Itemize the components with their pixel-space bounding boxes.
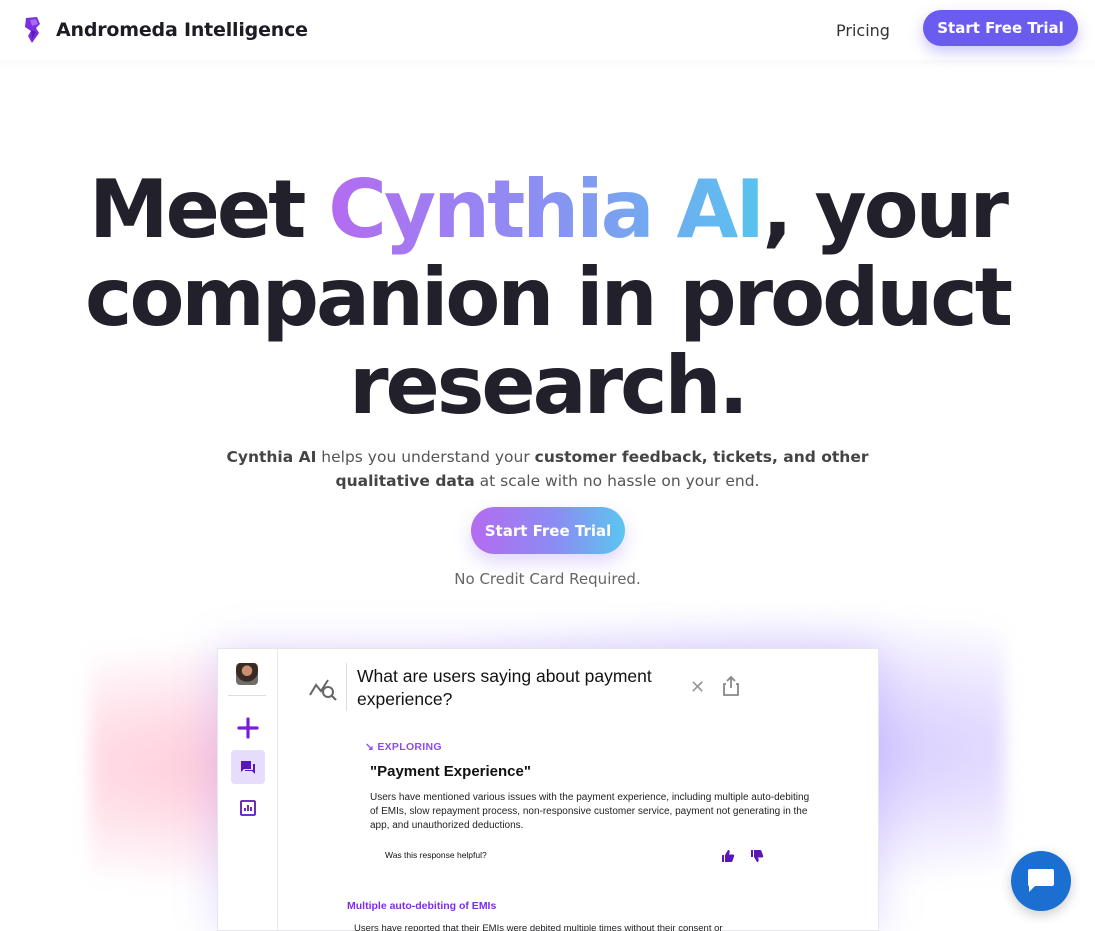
exploring-status: ↘ EXPLORING: [365, 741, 442, 753]
bar-chart-icon: [240, 800, 256, 816]
subtopic-text: Users have reported that their EMIs were…: [354, 923, 723, 931]
hero-start-trial-button[interactable]: Start Free Trial: [471, 507, 625, 554]
question-text: What are users saying about payment expe…: [357, 666, 652, 709]
hero-title-highlight: Cynthia AI: [328, 163, 765, 256]
search-insights-icon: [309, 679, 337, 701]
nav-start-trial-button[interactable]: Start Free Trial: [923, 10, 1078, 46]
brand-name: Andromeda Intelligence: [56, 19, 308, 41]
chat-widget-button[interactable]: [1011, 851, 1071, 911]
product-screenshot: What are users saying about payment expe…: [217, 648, 879, 931]
chat-icon: [241, 761, 255, 774]
brand[interactable]: Andromeda Intelligence: [22, 16, 308, 44]
hero-title-part1: Meet: [89, 163, 329, 256]
close-icon[interactable]: ✕: [690, 677, 705, 698]
top-nav: Andromeda Intelligence Pricing Start Fre…: [0, 0, 1095, 60]
share-icon[interactable]: [722, 675, 740, 697]
hero-subtitle: Cynthia AI helps you understand your cus…: [200, 445, 895, 493]
chat-bubble-icon: [1028, 869, 1054, 892]
thumbs-up-icon[interactable]: [721, 849, 735, 863]
hero-title: Meet Cynthia AI, your companion in produ…: [0, 166, 1095, 430]
topic-title: "Payment Experience": [370, 763, 531, 780]
new-chat-button[interactable]: [231, 711, 265, 745]
nav-link-pricing[interactable]: Pricing: [836, 21, 890, 40]
arrow-down-right-icon: ↘: [365, 741, 375, 753]
subtitle-bold-product: Cynthia AI: [226, 448, 317, 466]
no-credit-card-note: No Credit Card Required.: [454, 570, 641, 588]
sidebar-item-chats[interactable]: [231, 750, 265, 784]
app-sidebar: [218, 649, 278, 931]
thumbs-down-icon[interactable]: [750, 849, 764, 863]
andromeda-logo-icon: [25, 17, 40, 43]
avatar[interactable]: [236, 663, 258, 685]
subtitle-text-2: at scale with no hassle on your end.: [474, 472, 760, 490]
plus-icon: [237, 717, 259, 739]
exploring-label: EXPLORING: [377, 741, 442, 753]
subtopic-title: Multiple auto-debiting of EMIs: [347, 900, 497, 912]
subtitle-text-1: helps you understand your: [316, 448, 535, 466]
helpful-prompt: Was this response helpful?: [385, 850, 487, 860]
sidebar-divider: [228, 695, 266, 696]
topic-summary: Users have mentioned various issues with…: [370, 792, 810, 831]
question-divider: [346, 663, 347, 711]
sidebar-item-analytics[interactable]: [231, 791, 265, 825]
